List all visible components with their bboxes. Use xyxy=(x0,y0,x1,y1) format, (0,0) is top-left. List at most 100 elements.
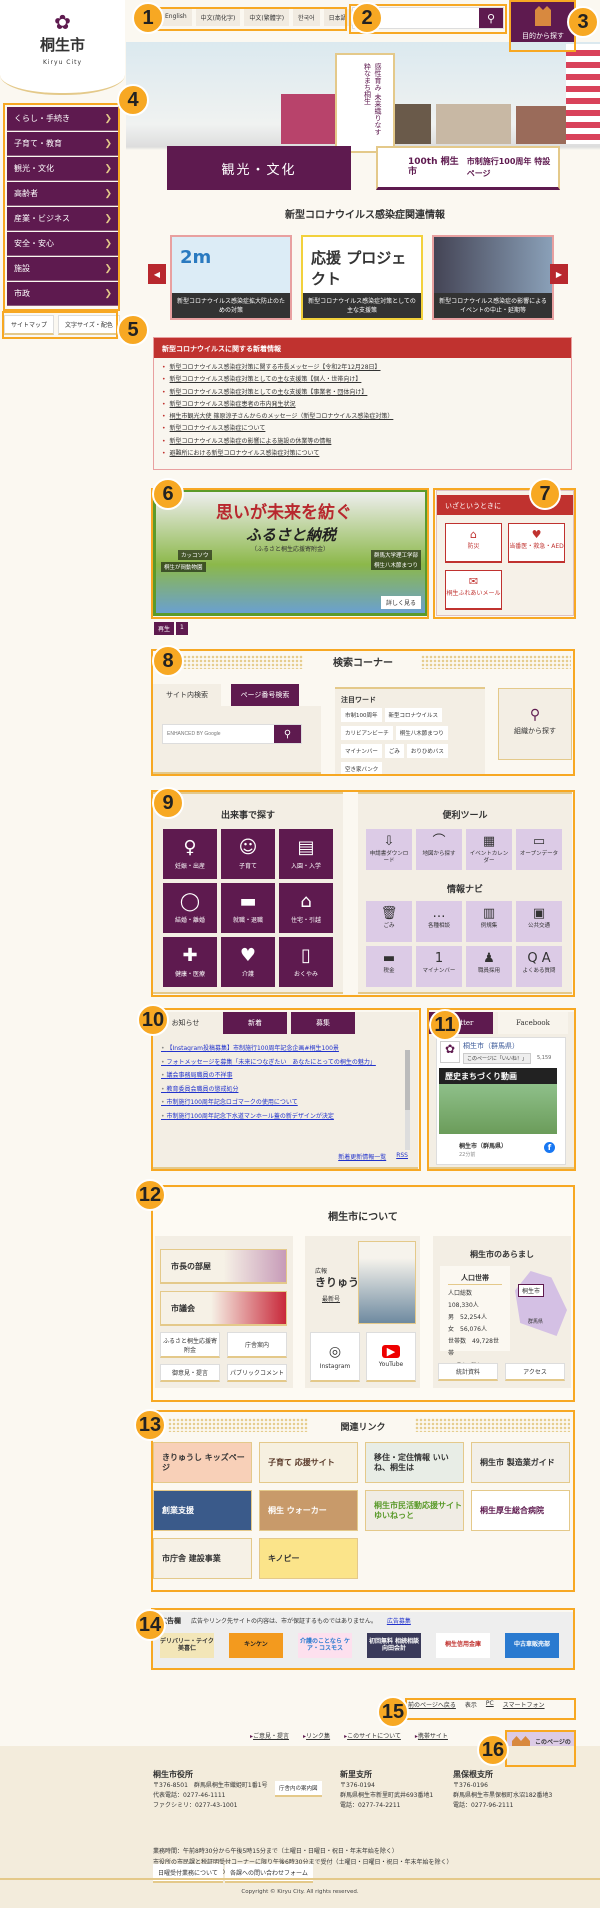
keyword-chip[interactable]: おりひめバス xyxy=(406,744,448,758)
tourism-culture-banner[interactable]: 観光・文化 xyxy=(167,146,351,190)
life-event-tile[interactable]: ◯ 結婚・離婚 xyxy=(163,883,217,933)
keyword-chip[interactable]: 市制100周年 xyxy=(341,708,382,722)
corona-news-link[interactable]: 新型コロナウイルス感染症対策としての主な支援策【事業者・団体向け】 xyxy=(162,387,563,399)
kouhou-cover-image[interactable] xyxy=(358,1241,416,1324)
life-event-tile[interactable]: ▤ 入園・入学 xyxy=(279,829,333,879)
play-button[interactable]: 再生 xyxy=(154,622,175,635)
news-scrollbar[interactable] xyxy=(405,1050,410,1150)
related-banner[interactable]: 市庁舎 建設事業 xyxy=(153,1538,252,1579)
latest-issue-link[interactable]: 最新号 xyxy=(322,1294,340,1303)
smartphone-view-link[interactable]: スマートフォン xyxy=(503,1700,545,1709)
related-banner[interactable]: キノピー xyxy=(259,1538,358,1579)
ad-banner[interactable]: 桐生信用金庫 xyxy=(436,1633,490,1658)
furusato-tax-banner[interactable]: 思いが未来を紡ぐ ふるさと納税 （ふるさと桐生応援寄附金） カッコソウ 桐生が岡… xyxy=(153,489,428,616)
tab-recruitment[interactable]: 募集 xyxy=(291,1012,355,1034)
pc-view-link[interactable]: PC xyxy=(486,1700,494,1709)
ad-banner[interactable]: 中古車販売部 xyxy=(505,1633,559,1658)
keyword-chip[interactable]: 新型コロナウイルス xyxy=(384,708,443,722)
keyword-chip[interactable]: 空き家バンク xyxy=(341,762,383,776)
news-link[interactable]: 【Instagram投稿募集】市制施行100周年記念企画#桐生100景 xyxy=(161,1042,401,1056)
keyword-chip[interactable]: カリビアンビーチ xyxy=(341,726,393,740)
life-event-tile[interactable]: ▯ おくやみ xyxy=(279,937,333,987)
contact-form-button[interactable]: 各課への問い合わせフォーム xyxy=(225,1864,313,1883)
corona-card[interactable]: 2m 新型コロナウイルス感染症拡大防止のための対策 xyxy=(170,235,292,320)
life-event-tile[interactable]: ▬ 就職・退職 xyxy=(221,883,275,933)
font-size-color-button[interactable]: 文字サイズ・配色 xyxy=(58,315,120,335)
public-comment-link[interactable]: パブリックコメント xyxy=(227,1364,287,1382)
instagram-link[interactable]: ◎ Instagram xyxy=(310,1332,360,1382)
footer-link[interactable]: リンク集 xyxy=(303,1731,330,1740)
site-logo[interactable]: ✿ 桐生市 Kiryu City xyxy=(0,0,125,95)
footer-link[interactable]: ご意見・提言 xyxy=(250,1731,289,1740)
corona-news-link[interactable]: 新型コロナウイルス感染症対策に関する市長メッセージ【令和2年12月28日】 xyxy=(162,362,563,374)
news-link[interactable]: 市制施行100周年記念下水道マンホール蓋の新デザインが決定 xyxy=(161,1110,401,1124)
keyword-chip[interactable]: マイナンバー xyxy=(341,744,382,758)
sidebar-item-5[interactable]: 安全・安心 ❯ xyxy=(7,232,119,256)
life-event-tile[interactable]: ⌂ 住宅・引越 xyxy=(279,883,333,933)
related-banner[interactable]: 子育て 応援サイト xyxy=(259,1442,358,1483)
life-event-tile[interactable]: ♥ 介護 xyxy=(221,937,275,987)
tab-page-number-search[interactable]: ページ番号検索 xyxy=(231,684,299,706)
ad-recruitment-link[interactable]: 広告募集 xyxy=(387,1616,411,1626)
keyword-chip[interactable]: 桐生八木節まつり xyxy=(395,726,448,740)
corona-news-link[interactable]: 避難所における新型コロナウイルス感染症対策について xyxy=(162,448,563,460)
sidebar-item-1[interactable]: 子育て・教育 ❯ xyxy=(7,132,119,156)
sidebar-item-6[interactable]: 施設 ❯ xyxy=(7,257,119,281)
footer-link[interactable]: 携帯サイト xyxy=(415,1731,448,1740)
youtube-link[interactable]: ▶ YouTube xyxy=(366,1332,416,1382)
sunday-service-button[interactable]: 日曜受付業務について xyxy=(153,1864,223,1883)
google-search-input[interactable] xyxy=(163,725,274,743)
related-banner[interactable]: 桐生厚生総合病院 xyxy=(471,1490,570,1531)
keyword-chip[interactable]: ごみ xyxy=(384,744,404,758)
language-option[interactable]: 한국어 xyxy=(293,9,320,26)
tab-new[interactable]: 新着 xyxy=(223,1012,287,1034)
mayor-room-button[interactable]: 市長の部屋 xyxy=(160,1249,287,1284)
navi-tile[interactable]: ▬ 税金 xyxy=(366,946,412,987)
tool-tile[interactable]: ▭ オープンデータ xyxy=(516,829,562,870)
tool-tile[interactable]: ▦ イベントカレンダー xyxy=(466,829,512,870)
related-banner[interactable]: きりゅうし キッズページ xyxy=(153,1442,252,1483)
back-link[interactable]: 前のページへ戻る xyxy=(408,1700,456,1709)
corona-card[interactable]: 新型コロナウイルス感染症の影響によるイベントの中止・延期等 xyxy=(432,235,554,320)
rss-link[interactable]: RSS xyxy=(396,1152,408,1161)
opinions-link[interactable]: 御意見・提言 xyxy=(160,1364,220,1382)
carousel-next-button[interactable]: ▶ xyxy=(550,264,568,284)
language-option[interactable]: 日本語 xyxy=(323,9,352,26)
sitemap-button[interactable]: サイトマップ xyxy=(4,315,55,335)
furusato-donation-link[interactable]: ふるさと桐生応援寄附金 xyxy=(160,1332,220,1358)
navi-tile[interactable]: ▥ 例規集 xyxy=(466,901,512,942)
tab-facebook[interactable]: Facebook xyxy=(498,1012,568,1034)
sidebar-item-3[interactable]: 高齢者 ❯ xyxy=(7,182,119,206)
news-link[interactable]: フォトメッセージを募集「未来につなぎたい あなたにとっての桐生の魅力」 xyxy=(161,1056,401,1070)
ad-banner[interactable]: 介護のことなら ケア・コスモス xyxy=(298,1633,352,1658)
life-event-tile[interactable]: ✚ 健康・医療 xyxy=(163,937,217,987)
corona-news-link[interactable]: 桐生市観光大使 篠原涼子さんからのメッセージ（新型コロナウイルス感染症対策） xyxy=(162,411,563,423)
fb-like-button[interactable]: このページに「いいね！」 xyxy=(463,1053,531,1064)
fureai-mail-button[interactable]: ✉ 桐生ふれあいメール xyxy=(445,570,502,610)
sidebar-item-4[interactable]: 産業・ビジネス ❯ xyxy=(7,207,119,231)
corona-news-link[interactable]: 新型コロナウイルス感染症の影響による施設の休業等の情報 xyxy=(162,436,563,448)
tool-tile[interactable]: ⌒ 地図から探す xyxy=(416,829,462,870)
disaster-prevention-button[interactable]: ⌂ 防災 xyxy=(445,523,502,563)
related-banner[interactable]: 創業支援 xyxy=(153,1490,252,1531)
tool-tile[interactable]: ⇩ 申請書ダウンロード xyxy=(366,829,412,870)
navi-tile[interactable]: Q A よくある質問 xyxy=(516,946,562,987)
sidebar-item-0[interactable]: くらし・手続き ❯ xyxy=(7,107,119,131)
language-option[interactable]: 中文(简化字) xyxy=(195,9,241,26)
news-link[interactable]: 議会事務局職員の不祥事 xyxy=(161,1069,401,1083)
updates-list-link[interactable]: 新着更新情報一覧 xyxy=(338,1152,386,1161)
ad-banner[interactable]: 初回無料 相続相談 向田会計 xyxy=(367,1633,421,1658)
navi-tile[interactable]: 1 マイナンバー xyxy=(416,946,462,987)
related-banner[interactable]: 桐生 ウォーカー xyxy=(259,1490,358,1531)
language-option[interactable]: English xyxy=(160,9,192,26)
city-council-button[interactable]: 市議会 xyxy=(160,1291,287,1326)
slide-1-button[interactable]: 1 xyxy=(176,622,188,635)
ad-banner[interactable]: キンケン xyxy=(229,1633,283,1658)
corona-news-link[interactable]: 新型コロナウイルス感染症について xyxy=(162,423,563,435)
footer-link[interactable]: このサイトについて xyxy=(344,1731,401,1740)
news-link[interactable]: 市制施行100周年記念ロゴマークの使用について xyxy=(161,1096,401,1110)
sidebar-item-2[interactable]: 観光・文化 ❯ xyxy=(7,157,119,181)
news-link[interactable]: 教育委員会職員の懲戒処分 xyxy=(161,1083,401,1097)
corona-news-link[interactable]: 新型コロナウイルス感染症対策としての主な支援策【個人・世帯向け】 xyxy=(162,374,563,386)
language-option[interactable]: 中文(繁體字) xyxy=(244,9,290,26)
